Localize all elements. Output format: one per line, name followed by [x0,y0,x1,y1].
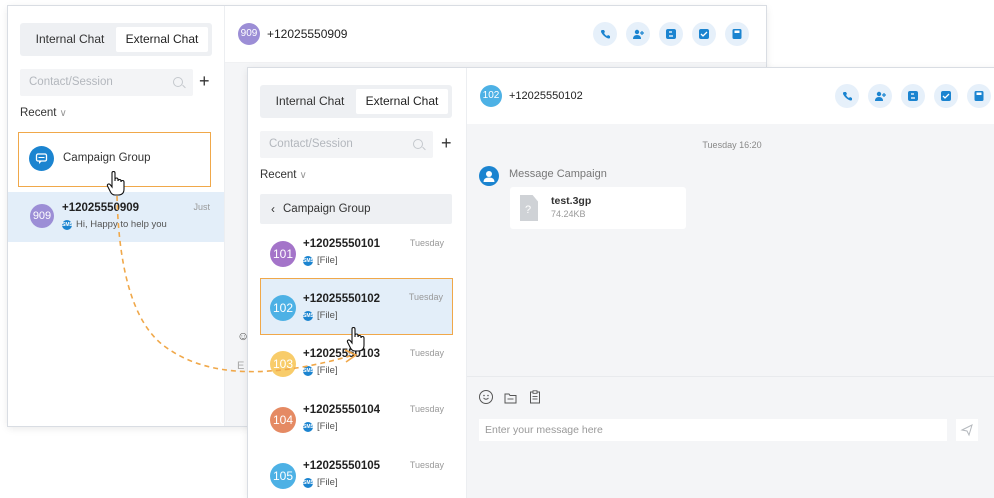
back-sidebar: Internal Chat External Chat Contact/Sess… [8,6,225,426]
message-timestamp: Tuesday 16:20 [702,140,762,150]
search-icon [413,139,423,149]
chevron-down-icon: ∨ [59,108,67,119]
transfer-icon[interactable] [659,22,683,46]
avatar: 104 [270,407,296,433]
front-tab-external-chat[interactable]: External Chat [356,89,448,114]
preview-text: [File] [317,421,338,432]
campaign-group-icon [29,146,54,171]
save-icon[interactable] [967,84,991,108]
avatar: 103 [270,351,296,377]
sender-avatar [479,166,499,186]
note-icon[interactable] [934,84,958,108]
avatar: 102 [480,85,502,107]
front-message-area: Tuesday 16:20 Message Campaign ? test.3g… [467,124,994,376]
front-tab-bar: Internal Chat External Chat [260,85,452,118]
back-tab-internal-chat[interactable]: Internal Chat [24,27,116,52]
sms-icon: SMS [303,421,314,432]
sms-icon: SMS [303,255,314,266]
front-sidebar: Internal Chat External Chat Contact/Sess… [248,68,467,498]
preview-text: [File] [317,477,338,488]
contact-preview: SMS [File] [303,255,338,266]
search-icon [173,77,183,87]
emoji-icon[interactable] [479,390,493,404]
front-recent-filter[interactable]: Recent ∨ [260,169,307,181]
contact-time: Tuesday [409,404,444,414]
front-chat-window: Internal Chat External Chat Contact/Sess… [248,68,994,498]
avatar: 909 [30,204,54,228]
front-search-input[interactable]: Contact/Session [260,131,433,158]
avatar: 909 [238,23,260,45]
phone-icon[interactable] [593,22,617,46]
front-chat-header: 102 +12025550102 [467,68,994,125]
front-contact-105[interactable]: 105 +12025550105 Tuesday SMS [File] [248,450,466,498]
sms-icon: SMS [303,310,314,321]
contact-number: +12025550102 [303,293,381,305]
file-icon: ? [520,195,538,221]
contact-preview: SMS [File] [303,421,338,432]
back-header-number: +12025550909 [267,27,348,41]
contact-number: +12025550909 [62,202,140,214]
file-name: test.3gp [551,195,592,207]
sender-name: Message Campaign [509,168,607,180]
contact-preview: SMS [File] [303,310,338,321]
front-add-button[interactable]: + [441,134,452,152]
avatar: 102 [270,295,296,321]
back-add-button[interactable]: + [199,72,210,90]
contact-time: Tuesday [409,460,444,470]
back-recent-filter[interactable]: Recent ∨ [20,107,67,119]
folder-icon[interactable] [504,391,517,409]
back-label: Campaign Group [283,203,371,215]
preview-text: Hi, Happy to help you [76,219,167,230]
contact-number: +12025550104 [303,404,381,416]
add-contact-icon[interactable] [626,22,650,46]
back-tab-bar: Internal Chat External Chat [20,23,212,56]
recent-label: Recent [260,169,297,181]
pointer-hand-icon [346,327,365,352]
clipboard-icon[interactable] [529,390,541,409]
contact-time: Tuesday [409,238,444,248]
contact-number: +12025550103 [303,348,381,360]
note-icon[interactable] [692,22,716,46]
preview-text: [File] [317,255,338,266]
contact-time: Tuesday [409,348,444,358]
back-chat-header: 909 +12025550909 [225,6,766,63]
sms-icon: SMS [62,219,73,230]
front-composer: Enter your message here [467,376,994,498]
contact-preview: SMS Hi, Happy to help you [62,219,167,230]
front-contact-104[interactable]: 104 +12025550104 Tuesday SMS [File] [248,394,466,446]
back-search-input[interactable]: Contact/Session [20,69,193,96]
campaign-group-label: Campaign Group [63,152,151,164]
chevron-left-icon: ‹ [271,202,275,216]
preview-text: [File] [317,365,338,376]
back-tab-external-chat[interactable]: External Chat [116,27,208,52]
contact-number: +12025550105 [303,460,381,472]
contact-time: Just [193,202,210,212]
file-size: 74.24KB [551,209,586,219]
avatar: 105 [270,463,296,489]
add-contact-icon[interactable] [868,84,892,108]
back-composer-stub[interactable]: E [237,360,244,372]
chevron-down-icon: ∨ [299,170,307,181]
send-icon[interactable] [956,419,978,441]
message-input[interactable]: Enter your message here [479,419,947,441]
contact-preview: SMS [File] [303,365,338,376]
avatar: 101 [270,241,296,267]
contact-number: +12025550101 [303,238,381,250]
front-contact-101[interactable]: 101 +12025550101 Tuesday SMS [File] [248,228,466,280]
preview-text: [File] [317,310,338,321]
sms-icon: SMS [303,365,314,376]
pointer-hand-icon [106,171,125,196]
file-message-bubble[interactable]: ? test.3gp 74.24KB [510,187,686,229]
save-icon[interactable] [725,22,749,46]
phone-icon[interactable] [835,84,859,108]
recent-label: Recent [20,107,57,119]
back-contact-909[interactable]: 909 +12025550909 Just SMS Hi, Happy to he… [8,192,224,242]
contact-time: Tuesday [408,292,443,302]
front-back-to-campaign-group[interactable]: ‹ Campaign Group [260,194,452,224]
front-tab-internal-chat[interactable]: Internal Chat [264,89,356,114]
sms-icon: SMS [303,477,314,488]
front-header-number: +12025550102 [509,90,583,102]
transfer-icon[interactable] [901,84,925,108]
contact-preview: SMS [File] [303,477,338,488]
